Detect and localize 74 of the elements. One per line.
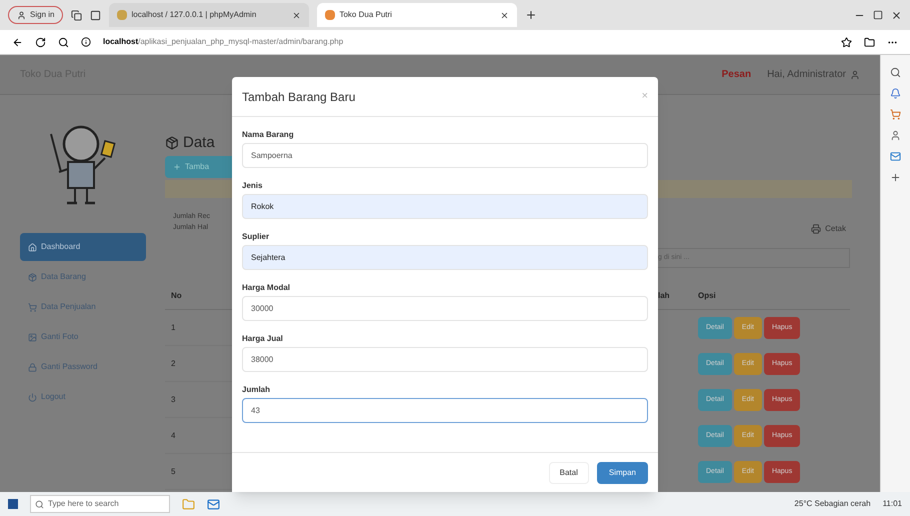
table-cell: 4 [171, 430, 176, 442]
close-icon[interactable] [500, 10, 510, 20]
field-label: Harga Modal [242, 282, 292, 294]
table-cell: 1 [171, 322, 176, 334]
message-link[interactable]: Pesan [722, 67, 752, 82]
cancel-button[interactable]: Batal [548, 462, 589, 484]
tab-title: localhost / 127.0.0.1 | phpMyAdmin [131, 9, 258, 21]
browser-tab[interactable]: Toko Dua Putri [317, 3, 518, 27]
workspaces-icon[interactable] [71, 10, 82, 20]
reload-icon[interactable] [35, 36, 46, 48]
address-field[interactable]: localhost/aplikasi_penjualan_php_mysql-master/admin/barang.php [103, 36, 829, 48]
sidebar-item[interactable]: Logout [20, 383, 146, 411]
close-icon[interactable] [292, 10, 302, 20]
close-button[interactable]: × [642, 88, 648, 105]
printer-icon [811, 224, 822, 234]
page-heading: Data [183, 132, 215, 153]
close-icon[interactable] [891, 10, 902, 20]
user-icon [850, 70, 860, 80]
input-field[interactable]: Sampoerna [242, 143, 648, 168]
box-icon [165, 136, 179, 150]
tab-favicon-icon [325, 10, 336, 20]
new-tab-icon[interactable] [525, 9, 538, 21]
mail-icon[interactable] [207, 498, 220, 510]
input-field[interactable]: Rokok [242, 194, 648, 219]
tab-title: Toko Dua Putri [339, 9, 393, 21]
taskbar-search-field[interactable]: Type here to search [30, 495, 170, 513]
search-icon [35, 500, 44, 508]
info-icon [81, 37, 91, 47]
plus-icon [173, 163, 181, 171]
save-button[interactable]: Simpan [596, 462, 648, 484]
profile-button[interactable]: Sign in [8, 6, 64, 24]
alert-bar [165, 180, 232, 198]
input-field[interactable]: Sejahtera [242, 245, 648, 270]
field-label: Jumlah [242, 384, 272, 396]
modal-title: Tambah Barang Baru [242, 88, 356, 106]
input-field[interactable]: 38000 [242, 347, 648, 372]
input-field[interactable]: 43 [242, 398, 648, 423]
field-label: Suplier [242, 231, 270, 243]
mail-icon[interactable] [890, 151, 901, 162]
print-button[interactable]: Cetak [811, 220, 846, 238]
add-button[interactable]: Tamba [165, 156, 232, 178]
favorite-icon[interactable] [841, 36, 852, 48]
collections-icon[interactable] [864, 36, 875, 48]
tab-favicon-icon [117, 10, 128, 20]
sidebar-item[interactable]: Data Barang [20, 263, 146, 291]
clock-text[interactable]: 11:01 [882, 498, 902, 510]
field-label: Nama Barang [242, 129, 295, 141]
user-icon [17, 10, 26, 20]
field-label: Harga Jual [242, 333, 284, 345]
browser-tab[interactable]: localhost / 127.0.0.1 | phpMyAdmin [109, 3, 310, 27]
column-header: No [171, 290, 182, 302]
tab-actions-icon[interactable] [90, 10, 102, 20]
column-header: Opsi [698, 290, 716, 302]
user-greeting[interactable]: Hai, Administrator [767, 67, 846, 82]
plus-icon[interactable] [890, 172, 901, 183]
sidebar-item[interactable]: Ganti Foto [20, 323, 146, 351]
field-label: Jenis [242, 180, 264, 192]
table-cell: 3 [171, 394, 176, 406]
weather-text[interactable]: 25°C Sebagian cerah [794, 498, 871, 510]
user-icon[interactable] [890, 130, 901, 141]
search-icon[interactable] [890, 67, 901, 78]
sidebar-item[interactable]: Ganti Password [20, 353, 146, 381]
search-icon[interactable] [58, 36, 69, 48]
input-field[interactable]: 30000 [242, 296, 648, 321]
table-cell: 5 [171, 466, 176, 478]
maximize-icon[interactable] [873, 10, 883, 20]
cart-icon[interactable] [890, 109, 901, 120]
sidebar-item[interactable]: Dashboard [20, 233, 146, 261]
bell-icon[interactable] [890, 88, 901, 99]
back-icon[interactable] [12, 36, 23, 48]
table-cell: 2 [171, 358, 176, 370]
column-header: lah [658, 290, 671, 302]
start-icon[interactable] [8, 499, 18, 509]
sidebar-item[interactable]: Data Penjualan [20, 293, 146, 321]
